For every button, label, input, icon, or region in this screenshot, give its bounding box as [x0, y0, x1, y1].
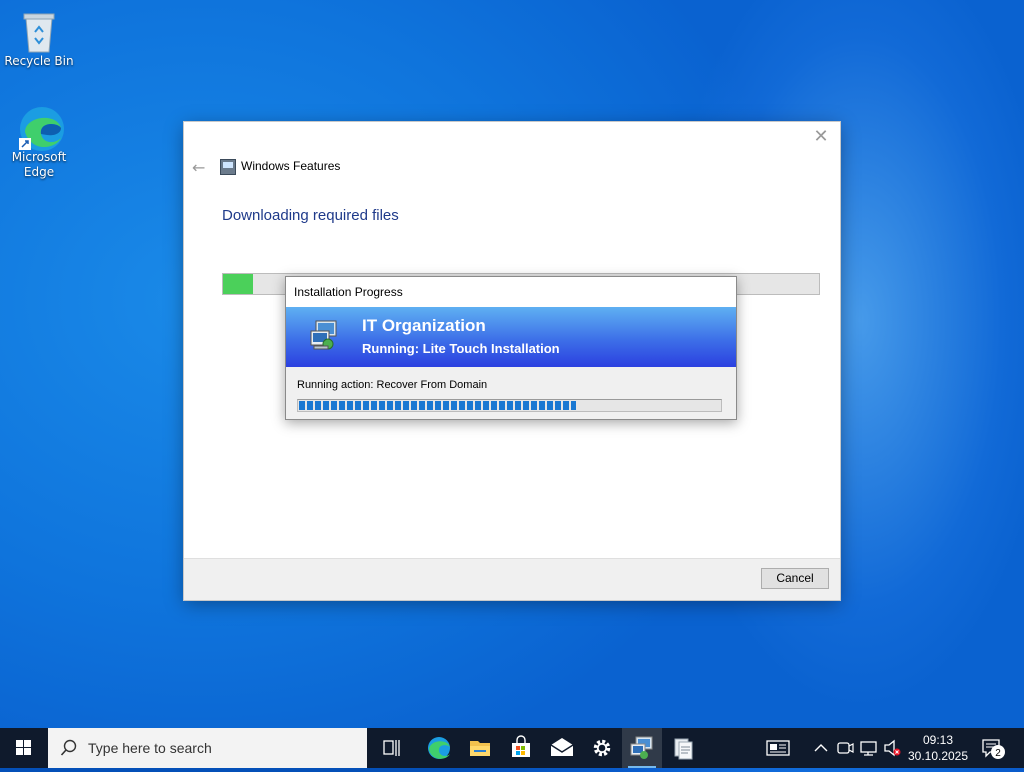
volume-button[interactable]: [882, 728, 904, 768]
search-placeholder: Type here to search: [88, 740, 212, 756]
dialog-footer: Cancel: [184, 558, 840, 600]
taskbar-file-explorer-button[interactable]: [460, 728, 500, 768]
search-box[interactable]: Type here to search: [48, 728, 367, 768]
taskbar: Type here to search 09:13 30.10.2025 2: [0, 728, 1024, 768]
taskbar-notepad-button[interactable]: [662, 728, 702, 768]
notification-icon: 2: [982, 739, 1005, 759]
start-button[interactable]: [0, 728, 48, 768]
news-icon: [766, 740, 790, 756]
running-task-sequence: Running: Lite Touch Installation: [362, 341, 560, 356]
mail-icon: [550, 738, 574, 756]
installation-progress-fill: [299, 401, 577, 410]
task-view-icon: [383, 740, 400, 756]
camera-icon: [837, 742, 854, 754]
clock[interactable]: 09:13 30.10.2025: [905, 732, 971, 764]
network-button[interactable]: [857, 728, 881, 768]
clock-date: 30.10.2025: [907, 749, 969, 763]
clock-time: 09:13: [922, 733, 954, 747]
organization-name: IT Organization: [362, 316, 486, 335]
edge-icon: [17, 104, 64, 151]
ip-titlebar: Installation Progress: [286, 277, 736, 307]
notepad-icon: [674, 738, 693, 760]
file-explorer-icon: [470, 741, 490, 756]
news-widget-button[interactable]: [758, 728, 798, 768]
cancel-button[interactable]: Cancel: [761, 568, 829, 589]
desktop-icon-recycle-bin[interactable]: Recycle Bin: [1, 8, 77, 69]
taskbar-mail-button[interactable]: [542, 728, 582, 768]
taskbar-deployment-button[interactable]: [622, 728, 662, 768]
volume-muted-icon: [884, 739, 901, 757]
taskbar-settings-button[interactable]: [582, 728, 622, 768]
search-icon: [60, 739, 77, 756]
installation-progress-bar: [297, 399, 722, 412]
recycle-bin-label: Recycle Bin: [4, 54, 74, 68]
installation-progress-dialog: Installation Progress IT Organization Ru…: [285, 276, 737, 420]
ip-title: Installation Progress: [294, 285, 403, 299]
notification-count: 2: [995, 748, 1001, 759]
recycle-bin-icon: [17, 8, 61, 53]
windows-features-icon: [220, 159, 236, 175]
network-icon: [860, 741, 877, 756]
ip-banner: IT Organization Running: Lite Touch Inst…: [286, 307, 736, 367]
tray-meet-button[interactable]: [834, 728, 856, 768]
dialog-title: Windows Features: [241, 159, 341, 173]
back-arrow-icon[interactable]: ←: [192, 158, 205, 177]
download-progress-fill: [223, 274, 253, 294]
current-action: Running action: Recover From Domain: [297, 379, 488, 391]
edge-icon: [428, 737, 450, 759]
desktop-icon-edge[interactable]: Microsoft Edge: [1, 104, 77, 180]
taskbar-edge-button[interactable]: [419, 728, 459, 768]
taskbar-store-button[interactable]: [501, 728, 541, 768]
task-view-button[interactable]: [372, 728, 412, 768]
close-icon[interactable]: ✕: [810, 126, 832, 148]
show-hidden-icons-button[interactable]: [810, 728, 832, 768]
edge-label-line2: Edge: [23, 165, 55, 179]
notification-center-button[interactable]: 2: [976, 728, 1010, 768]
status-heading: Downloading required files: [222, 207, 399, 224]
deployment-computer-icon: [308, 319, 342, 353]
chevron-up-icon: [814, 744, 828, 752]
deployment-icon: [630, 736, 653, 759]
store-icon: [512, 735, 530, 757]
windows-logo-icon: [16, 740, 31, 755]
settings-icon: [593, 739, 611, 757]
